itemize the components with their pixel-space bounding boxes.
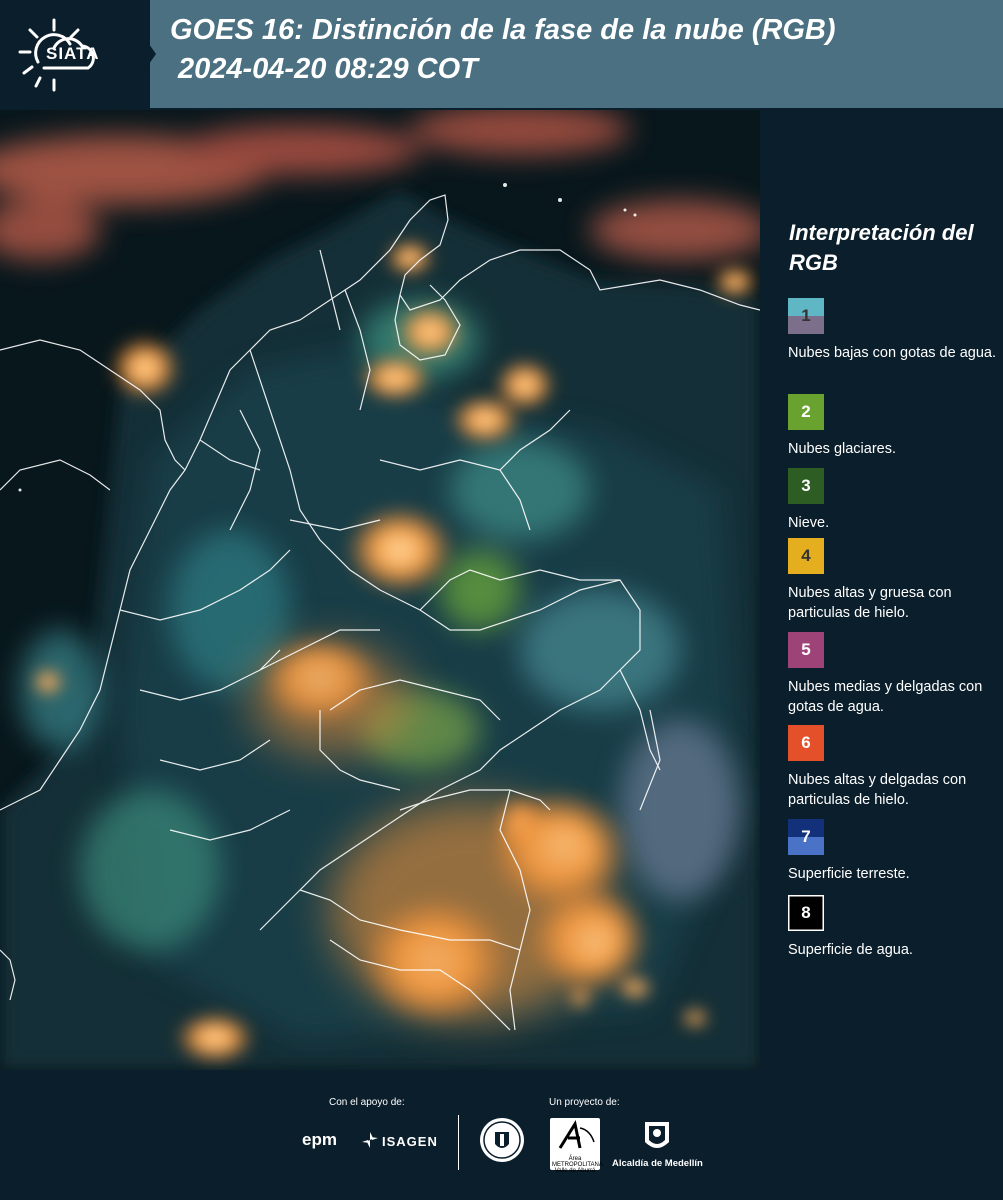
legend-title: Interpretación del RGB [789,220,974,275]
support-label: Con el apoyo de: [329,1097,405,1108]
legend-item-7: 7 Superficie terreste. [788,819,1003,884]
legend-item-1: 1 Nubes bajas con gotas de agua. [788,298,1003,363]
legend-item-6: 6 Nubes altas y delgadas con particulas … [788,725,1003,810]
legend-swatch-7: 7 [788,819,824,855]
legend-number-2: 2 [801,402,811,421]
legend-number-3: 3 [801,476,811,495]
legend-item-8: 8 Superficie de agua. [788,895,1003,960]
epm-logo: epm [302,1130,337,1149]
legend-label-4: Nubes altas y gruesa con particulas de h… [788,585,952,621]
alcaldia-shield-icon [645,1122,669,1148]
logo-chevron [118,0,156,108]
legend-swatch-8: 8 [788,895,824,931]
legend-number-7: 7 [801,827,811,846]
legend-panel: Interpretación del RGB 1 Nubes bajas con… [760,110,1003,1070]
area-metropolitana-text: Área METROPOLITANA Valle de Aburrá [552,1156,603,1174]
medellin-seal-icon [480,1118,524,1162]
legend-number-6: 6 [801,733,811,752]
alcaldia-text: Alcaldía de Medellín [612,1158,703,1169]
legend-label-1: Nubes bajas con gotas de agua. [788,345,996,361]
footer: Con el apoyo de: Un proyecto de: epm ISA… [0,1070,1003,1200]
isagen-logo-text: ISAGEN [382,1134,438,1149]
satellite-map-svg [0,110,760,1070]
legend-item-4: 4 Nubes altas y gruesa con particulas de… [788,538,1003,623]
project-label: Un proyecto de: [549,1097,620,1108]
legend-item-5: 5 Nubes medias y delgadas con gotas de a… [788,632,1003,717]
legend-swatch-1: 1 [788,298,824,334]
isagen-logo-icon [362,1132,378,1148]
legend-label-3: Nieve. [788,515,830,531]
legend-swatch-6: 6 [788,725,824,761]
siata-logo-text: SIATA [46,44,100,63]
legend-number-1: 1 [801,306,811,325]
legend-number-5: 5 [801,640,811,659]
header: SIATA GOES 16: Distinción de la fase de … [0,0,1003,108]
legend-swatch-2: 2 [788,394,824,430]
satellite-image [0,110,760,1070]
legend-number-4: 4 [801,546,811,565]
legend-number-8: 8 [801,903,811,922]
page-title: GOES 16: Distinción de la fase de la nub… [170,14,836,46]
legend-label-8: Superficie de agua. [788,942,913,958]
legend-label-5: Nubes medias y delgadas con gotas de agu… [788,679,983,715]
legend-item-3: 3 Nieve. [788,468,1003,533]
area-metropolitana-icon [558,1120,595,1149]
legend-item-2: 2 Nubes glaciares. [788,394,1003,459]
legend-label-6: Nubes altas y delgadas con particulas de… [788,772,967,808]
legend-label-2: Nubes glaciares. [788,441,896,457]
page-timestamp: 2024-04-20 08:29 COT [178,53,478,85]
footer-divider [458,1115,459,1170]
legend-swatch-5: 5 [788,632,824,668]
legend-swatch-3: 3 [788,468,824,504]
legend-swatch-4: 4 [788,538,824,574]
legend-label-7: Superficie terreste. [788,866,910,882]
